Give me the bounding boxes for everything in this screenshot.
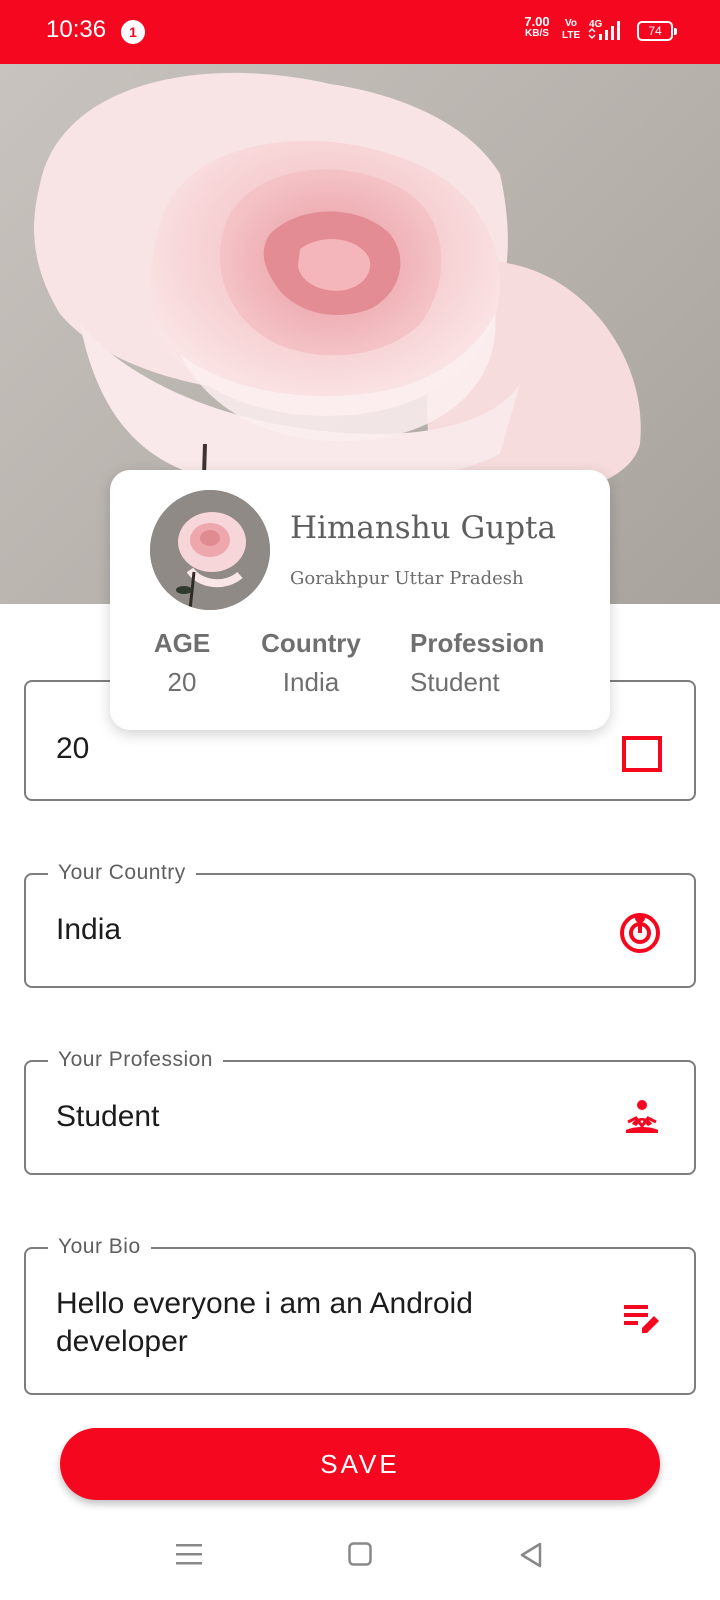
bio-field[interactable]: Your Bio Hello everyone i am an Android … (24, 1235, 696, 1395)
bio-value[interactable]: Hello everyone i am an Android developer (56, 1285, 473, 1361)
status-bar: 10:36 1 7.00 KB/S Vo LTE 4G 74 (0, 0, 720, 64)
stat-age: AGE 20 (146, 628, 218, 698)
stat-profession: Profession Student (410, 628, 550, 698)
country-value[interactable]: India (56, 913, 121, 947)
stat-label: Profession (410, 628, 545, 658)
network-speed: 7.00 KB/S (520, 14, 554, 40)
bio-label: Your Bio (48, 1235, 151, 1259)
edit-notes-icon[interactable] (622, 1301, 662, 1342)
battery-icon: 74 (637, 21, 677, 41)
stat-value: India (282, 667, 340, 697)
profile-name: Himanshu Gupta (290, 510, 556, 546)
back-icon[interactable] (519, 1542, 543, 1573)
stat-value: Student (410, 667, 500, 697)
country-field[interactable]: Your Country India (24, 861, 696, 988)
stat-label: AGE (153, 628, 211, 658)
stat-country: Country India (258, 628, 364, 698)
network-speed-unit: KB/S (525, 28, 549, 39)
home-icon[interactable] (348, 1542, 372, 1571)
network-speed-value: 7.00 (524, 14, 550, 29)
system-nav-bar (0, 1520, 720, 1600)
signal-icon: 4G (587, 18, 627, 49)
status-time: 10:36 (46, 16, 107, 43)
person-meditation-icon[interactable] (622, 1098, 662, 1143)
menu-icon[interactable] (176, 1542, 202, 1571)
save-button[interactable]: SAVE (60, 1428, 660, 1500)
profession-label: Your Profession (48, 1048, 223, 1072)
location-target-icon[interactable] (618, 909, 662, 958)
profile-location: Gorakhpur Uttar Pradesh (290, 568, 524, 589)
stat-value: 20 (167, 667, 197, 697)
bio-line: Hello everyone i am an Android (56, 1287, 473, 1320)
notification-badge: 1 (121, 20, 145, 44)
profession-field[interactable]: Your Profession Student (24, 1048, 696, 1175)
stat-label: Country (261, 628, 361, 658)
profession-value[interactable]: Student (56, 1100, 159, 1134)
profile-card: Himanshu Gupta Gorakhpur Uttar Pradesh A… (110, 470, 610, 730)
volte-top: Vo (564, 18, 578, 29)
bio-line: developer (56, 1325, 188, 1358)
calendar-icon[interactable] (622, 736, 662, 781)
volte-bottom: LTE (562, 30, 581, 41)
age-value[interactable]: 20 (56, 732, 89, 766)
volte-indicator: Vo LTE (562, 18, 580, 42)
country-label: Your Country (48, 861, 196, 885)
avatar[interactable] (150, 490, 270, 610)
svg-text:4G: 4G (589, 19, 603, 30)
